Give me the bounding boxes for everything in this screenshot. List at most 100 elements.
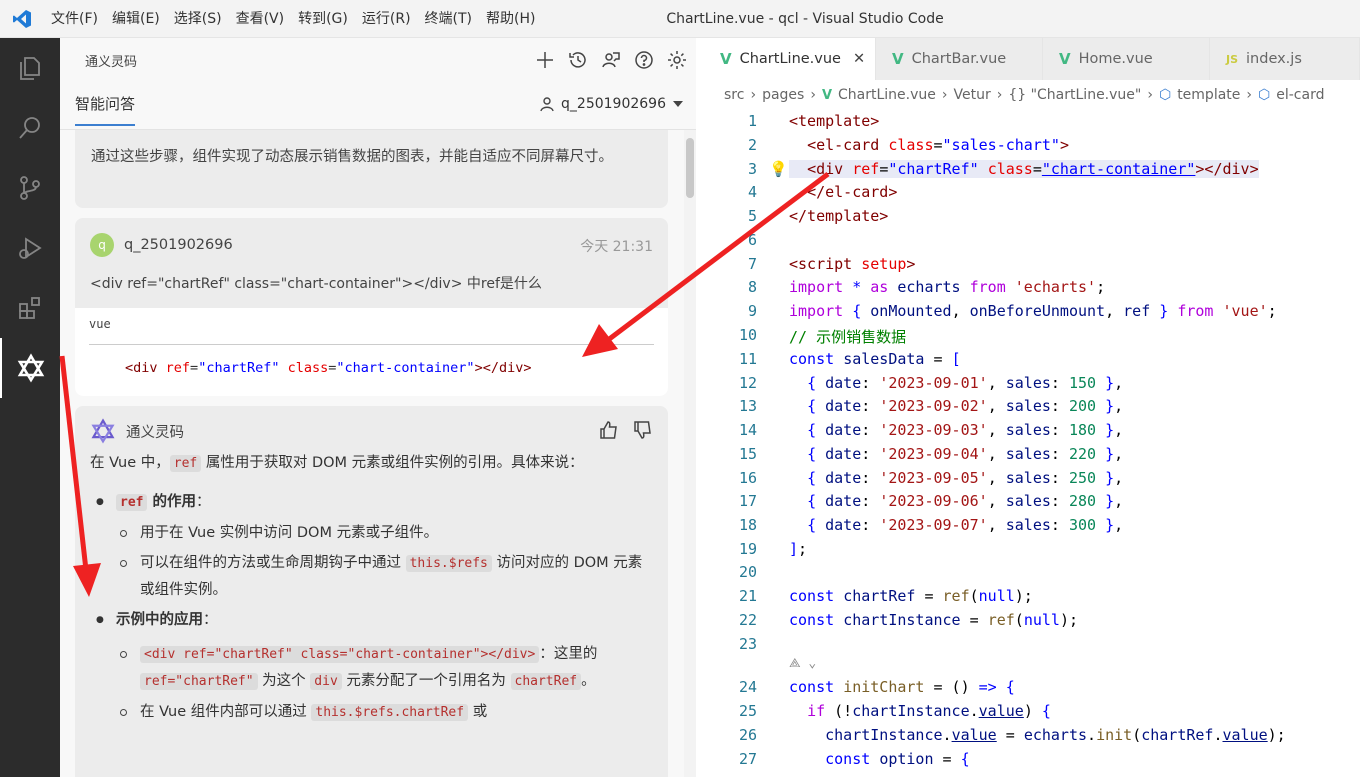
user-dropdown[interactable]: q_2501902696 <box>539 96 684 112</box>
sub-bullet-text: 用于在 Vue 实例中访问 DOM 元素或子组件。 <box>140 525 439 541</box>
line-number: 10 <box>738 326 757 344</box>
answer-text: 在 Vue 中， <box>90 455 170 471</box>
code-line: { date: '2023-09-04', sales: 220 }, <box>807 445 1124 463</box>
extensions-icon[interactable] <box>0 278 60 338</box>
code-line: import { onMounted, onBeforeUnmount, ref… <box>789 302 1277 320</box>
code-line: 💡 <div ref="chartRef" class="chart-conta… <box>769 160 1259 178</box>
run-debug-icon[interactable] <box>0 218 60 278</box>
code-lens-icon[interactable]: ⟁ ⌄ <box>789 656 816 671</box>
vue-file-icon: V <box>892 50 904 68</box>
line-number: 22 <box>738 611 757 629</box>
user-question-text: <div ref="chartRef" class="chart-contain… <box>90 276 542 292</box>
sub-bullet-text: ：这里的 <box>539 646 598 662</box>
menu-go[interactable]: 转到(G) <box>291 0 355 38</box>
line-number: 27 <box>738 750 757 768</box>
line-number: 25 <box>738 702 757 720</box>
tongyi-logo-icon <box>91 418 115 444</box>
code-language-label: vue <box>89 317 111 331</box>
line-number: 6 <box>747 231 757 249</box>
sub-bullet-text: 。 <box>581 673 596 689</box>
answer-text: 属性用于获取对 DOM 元素或组件实例的引用。具体来说： <box>201 455 584 471</box>
thumbs-down-icon[interactable] <box>633 420 653 440</box>
js-file-icon: JS <box>1226 52 1239 66</box>
inline-code: <div ref="chartRef" class="chart-contain… <box>140 646 540 663</box>
thumbs-up-icon[interactable] <box>599 420 619 440</box>
breadcrumb-item[interactable]: ChartLine.vue <box>838 87 936 103</box>
sub-bullet-text: 为这个 <box>257 673 311 689</box>
line-number: 12 <box>738 374 757 392</box>
help-icon[interactable] <box>630 47 657 74</box>
tongyi-lingma-icon[interactable] <box>0 338 60 398</box>
line-number: 15 <box>738 445 757 463</box>
tab-label: index.js <box>1246 51 1302 67</box>
code-line: const salesData = [ <box>789 350 961 368</box>
menu-edit[interactable]: 编辑(E) <box>105 0 167 38</box>
feedback-icon[interactable] <box>597 47 624 74</box>
breadcrumb-item[interactable]: src <box>724 87 744 103</box>
menu-selection[interactable]: 选择(S) <box>167 0 229 38</box>
inline-code: ref <box>169 455 202 472</box>
code-line: import * as echarts from 'echarts'; <box>789 278 1106 296</box>
user-icon <box>540 97 554 112</box>
chat-scrollbar-track[interactable] <box>684 130 696 777</box>
line-number: 9 <box>747 302 757 320</box>
activity-bar <box>0 38 60 777</box>
lightbulb-icon[interactable]: 💡 <box>769 160 788 178</box>
menu-run[interactable]: 运行(R) <box>355 0 418 38</box>
search-icon[interactable] <box>0 98 60 158</box>
code-line: // 示例销售数据 <box>789 328 907 346</box>
chat-scrollbar-thumb[interactable] <box>686 138 694 198</box>
code-line: { date: '2023-09-06', sales: 280 }, <box>807 492 1124 510</box>
menu-view[interactable]: 查看(V) <box>229 0 292 38</box>
window-title: ChartLine.vue - qcl - Visual Studio Code <box>666 11 944 27</box>
close-icon[interactable]: ✕ <box>853 51 865 67</box>
tab-label: ChartBar.vue <box>911 51 1007 67</box>
line-number: 20 <box>738 563 757 581</box>
inline-code: chartRef <box>510 673 582 690</box>
code-line: <template> <box>789 112 880 130</box>
code-editor: V ChartLine.vue ✕ V ChartBar.vue V Home.… <box>704 38 1360 777</box>
line-number: 7 <box>747 255 757 273</box>
inline-code: this.$refs <box>405 555 492 572</box>
bullet-title: 的作用 <box>147 494 197 510</box>
cube-icon: ⬡ <box>1258 87 1271 103</box>
menu-help[interactable]: 帮助(H) <box>479 0 542 38</box>
bullet-colon: ： <box>203 612 218 628</box>
line-number: 1 <box>747 112 757 130</box>
tab-chartline-vue[interactable]: V ChartLine.vue ✕ <box>704 38 876 80</box>
breadcrumb-item[interactable]: Vetur <box>953 87 990 103</box>
history-icon[interactable] <box>564 47 591 74</box>
vue-file-icon: V <box>821 87 832 103</box>
menu-terminal[interactable]: 终端(T) <box>418 0 479 38</box>
user-question-card: q q_2501902696 今天 21:31 <div ref="chartR… <box>75 218 668 396</box>
tab-chartbar-vue[interactable]: V ChartBar.vue <box>876 38 1043 80</box>
line-number: 8 <box>747 278 757 296</box>
line-number: 19 <box>738 540 757 558</box>
menu-file[interactable]: 文件(F) <box>44 0 105 38</box>
avatar: q <box>90 233 114 257</box>
settings-gear-icon[interactable] <box>663 47 690 74</box>
title-bar: 文件(F) 编辑(E) 选择(S) 查看(V) 转到(G) 运行(R) 终端(T… <box>0 0 1360 38</box>
source-control-icon[interactable] <box>0 158 60 218</box>
vscode-logo-icon <box>0 0 44 38</box>
breadcrumb-item[interactable]: template <box>1177 87 1240 103</box>
chevron-down-icon <box>673 101 683 107</box>
new-chat-icon[interactable] <box>531 47 558 74</box>
code-line: <el-card class="sales-chart"> <box>807 136 1069 154</box>
code-line: const chartRef = ref(null); <box>789 587 1033 605</box>
breadcrumb-item[interactable]: el-card <box>1276 87 1324 103</box>
tab-smart-qa[interactable]: 智能问答 <box>75 93 136 126</box>
code-line: { date: '2023-09-02', sales: 200 }, <box>807 397 1124 415</box>
explorer-icon[interactable] <box>0 38 60 98</box>
ai-answer-content: 在 Vue 中， ref 属性用于获取对 DOM 元素或组件实例的引用。具体来说：… <box>90 455 643 721</box>
code-line: { date: '2023-09-07', sales: 300 }, <box>807 516 1124 534</box>
sub-bullet-text: 在 Vue 组件内部可以通过 <box>140 704 312 720</box>
line-number: 23 <box>738 635 757 653</box>
breadcrumb-item[interactable]: {} "ChartLine.vue" <box>1008 87 1141 103</box>
code-snippet: <div ref="chartRef" class="chart-contain… <box>125 360 532 376</box>
tab-index-js[interactable]: JS index.js <box>1210 38 1360 80</box>
tab-home-vue[interactable]: V Home.vue <box>1043 38 1210 80</box>
line-number: 3 <box>747 160 757 178</box>
breadcrumb-item[interactable]: pages <box>762 87 804 103</box>
sub-bullet-text: 或 <box>468 704 488 720</box>
